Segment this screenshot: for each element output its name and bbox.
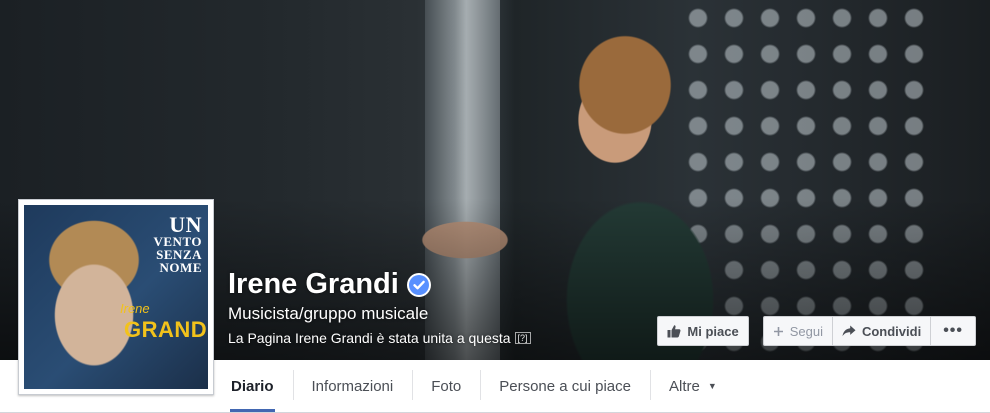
like-button-label: Mi piace	[687, 323, 739, 339]
album-artist-last-name: GRANDI	[124, 317, 208, 342]
tab-list: Diario Informazioni Foto Persone a cui p…	[212, 360, 736, 412]
tab-foto[interactable]: Foto	[412, 360, 480, 412]
page-category[interactable]: Musicista/gruppo musicale	[228, 304, 428, 324]
merge-notice-text: La Pagina Irene Grandi è stata unita a q…	[228, 330, 511, 346]
follow-share-group: Segui Condividi •••	[762, 316, 976, 346]
page-name-text[interactable]: Irene Grandi	[228, 268, 399, 301]
page-title[interactable]: Irene Grandi	[228, 268, 431, 301]
more-dots-icon: •••	[943, 322, 963, 339]
merge-notice: La Pagina Irene Grandi è stata unita a q…	[228, 330, 531, 346]
share-button[interactable]: Condividi	[831, 316, 931, 346]
tab-label: Diario	[231, 377, 274, 395]
album-title: UN VENTO SENZA NOME	[153, 212, 202, 275]
caret-down-icon: ▼	[707, 381, 717, 391]
share-arrow-icon	[842, 325, 856, 337]
help-icon[interactable]: [?]	[514, 332, 531, 344]
thumbs-up-icon	[667, 324, 681, 338]
profile-picture[interactable]: UN VENTO SENZA NOME Irene GRANDI	[18, 199, 214, 395]
share-button-label: Condividi	[861, 323, 922, 339]
plus-icon	[773, 326, 784, 337]
tab-label: Foto	[431, 377, 462, 395]
tab-label: Persone a cui piace	[499, 377, 631, 395]
follow-button-label: Segui	[789, 323, 823, 339]
tab-altre[interactable]: Altre ▼	[649, 360, 736, 412]
tab-label: Informazioni	[311, 377, 394, 395]
tab-diario[interactable]: Diario	[212, 360, 293, 412]
album-artist-first-name: Irene	[120, 301, 150, 316]
like-button[interactable]: Mi piace	[657, 316, 749, 346]
follow-button[interactable]: Segui	[762, 316, 832, 346]
verified-badge-icon[interactable]	[406, 272, 431, 297]
more-options-button[interactable]: •••	[930, 316, 976, 346]
album-cover-image: UN VENTO SENZA NOME Irene GRANDI	[24, 205, 208, 389]
page-actions: Mi piace Segui Condividi •••	[657, 316, 976, 346]
tab-informazioni[interactable]: Informazioni	[292, 360, 413, 412]
tab-persone-a-cui-piace[interactable]: Persone a cui piace	[480, 360, 650, 412]
tab-label: Altre	[668, 377, 700, 395]
